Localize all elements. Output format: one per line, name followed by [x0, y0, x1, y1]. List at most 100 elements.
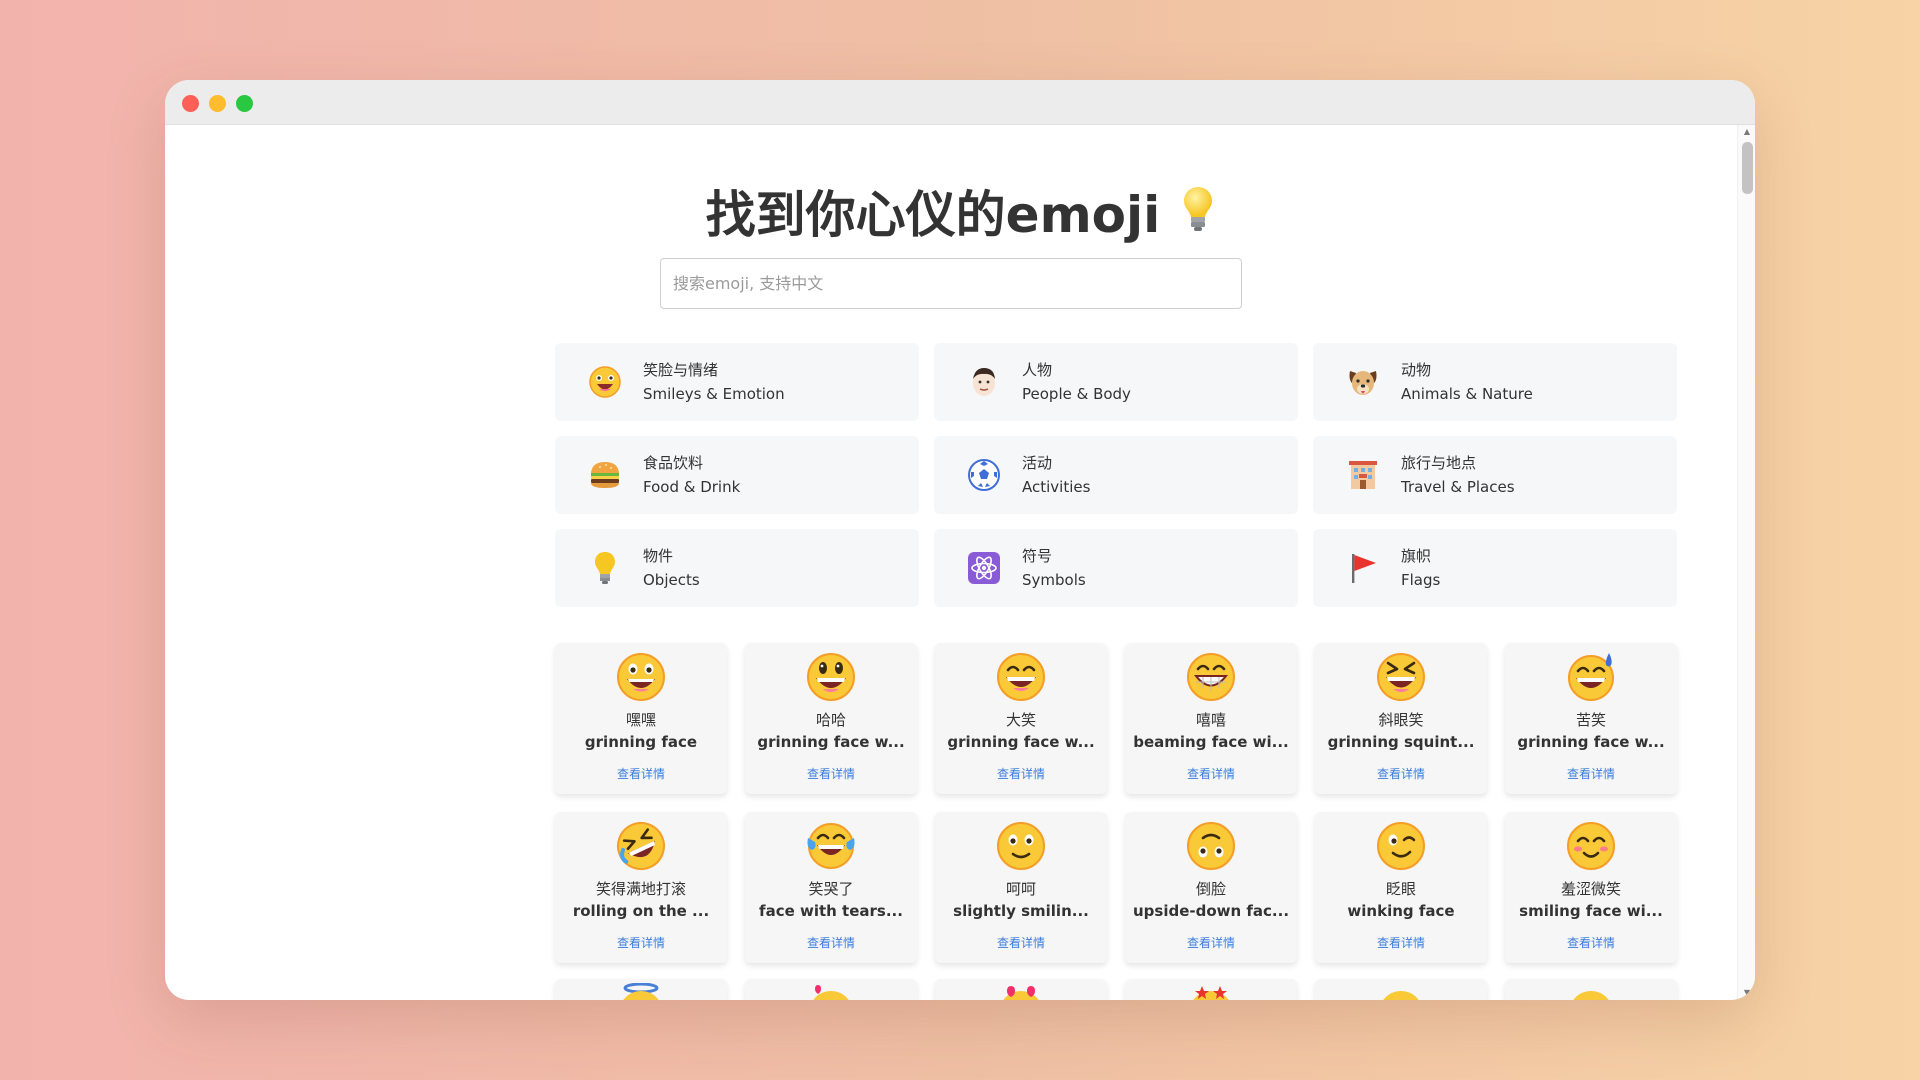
emoji-card[interactable] — [935, 979, 1107, 1000]
emoji-card[interactable] — [1315, 979, 1487, 1000]
window-titlebar — [165, 80, 1755, 125]
emoji-grid: 嘿嘿 grinning face 查看详情 哈哈 grinning face w… — [555, 643, 1677, 963]
upside-down-face-icon — [1187, 822, 1235, 870]
close-window-button[interactable] — [182, 95, 199, 112]
atom-symbol-icon — [964, 548, 1004, 588]
hotel-icon — [1343, 455, 1383, 495]
scroll-up-arrow-icon[interactable]: ▲ — [1742, 127, 1752, 137]
category-label-cn: 物件 — [643, 547, 674, 565]
view-details-link[interactable]: 查看详情 — [617, 934, 665, 951]
grinning-face-big-eyes-icon — [807, 653, 855, 701]
emoji-name-cn: 笑哭了 — [808, 880, 854, 898]
light-bulb-icon — [585, 548, 625, 588]
category-label-cn: 活动 — [1022, 454, 1053, 472]
category-animals-nature[interactable]: 动物 Animals & Nature — [1313, 343, 1677, 421]
category-label-cn: 笑脸与情绪 — [643, 361, 719, 379]
view-details-link[interactable]: 查看详情 — [807, 934, 855, 951]
view-details-link[interactable]: 查看详情 — [807, 765, 855, 782]
emoji-card[interactable]: 大笑 grinning face w... 查看详情 — [935, 643, 1107, 794]
category-label-en: People & Body — [1022, 385, 1131, 403]
emoji-name-cn: 嘻嘻 — [1195, 711, 1226, 729]
emoji-card[interactable]: 羞涩微笑 smiling face wi... 查看详情 — [1505, 812, 1677, 963]
dog-icon — [1343, 362, 1383, 402]
view-details-link[interactable]: 查看详情 — [1377, 934, 1425, 951]
emoji-card[interactable]: 倒脸 upside-down fac... 查看详情 — [1125, 812, 1297, 963]
view-details-link[interactable]: 查看详情 — [1377, 765, 1425, 782]
category-flags[interactable]: 旗帜 Flags — [1313, 529, 1677, 607]
view-details-link[interactable]: 查看详情 — [1567, 765, 1615, 782]
emoji-card[interactable]: 苦笑 grinning face w... 查看详情 — [1505, 643, 1677, 794]
browser-window: 找到你心仪的emoji 笑脸与情绪 Smileys & Emotion — [165, 80, 1755, 1000]
emoji-name-cn: 苦笑 — [1575, 711, 1606, 729]
emoji-grid-next-row — [555, 979, 1677, 1000]
category-label-cn: 食品饮料 — [643, 454, 704, 472]
beaming-face-icon — [1187, 653, 1235, 701]
emoji-card[interactable]: 呵呵 slightly smilin... 查看详情 — [935, 812, 1107, 963]
category-label-en: Objects — [643, 571, 700, 589]
category-smileys-emotion[interactable]: 笑脸与情绪 Smileys & Emotion — [555, 343, 919, 421]
emoji-card[interactable]: 嘻嘻 beaming face wi... 查看详情 — [1125, 643, 1297, 794]
vertical-scrollbar[interactable]: ▲ ▼ — [1737, 125, 1755, 1000]
category-people-body[interactable]: 人物 People & Body — [934, 343, 1298, 421]
emoji-card[interactable] — [1505, 979, 1677, 1000]
category-label-en: Travel & Places — [1401, 478, 1515, 496]
emoji-card[interactable]: 斜眼笑 grinning squint... 查看详情 — [1315, 643, 1487, 794]
category-food-drink[interactable]: 食品饮料 Food & Drink — [555, 436, 919, 514]
emoji-name-cn: 笑得满地打滚 — [595, 880, 686, 898]
soccer-ball-icon — [964, 455, 1004, 495]
scrollbar-thumb[interactable] — [1742, 142, 1753, 194]
smiling-face-smiling-eyes-icon — [1567, 822, 1615, 870]
emoji-name-en: grinning face — [584, 733, 698, 751]
category-label-cn: 旅行与地点 — [1401, 454, 1477, 472]
heart-eyes-icon — [1003, 986, 1039, 1000]
view-details-link[interactable]: 查看详情 — [1187, 934, 1235, 951]
category-label-en: Flags — [1401, 571, 1441, 589]
emoji-card[interactable]: 嘿嘿 grinning face 查看详情 — [555, 643, 727, 794]
face-icon — [1573, 991, 1609, 1000]
category-label-en: Activities — [1022, 478, 1091, 496]
grinning-face-icon — [617, 653, 665, 701]
emoji-name-en: grinning squint... — [1327, 733, 1475, 751]
emoji-name-en: grinning face w... — [1517, 733, 1665, 751]
emoji-name-cn: 大笑 — [1005, 711, 1036, 729]
minimize-window-button[interactable] — [209, 95, 226, 112]
winking-face-icon — [1377, 822, 1425, 870]
smiling-face-with-halo-icon — [623, 983, 659, 1000]
view-details-link[interactable]: 查看详情 — [1567, 934, 1615, 951]
category-label-cn: 人物 — [1022, 361, 1053, 379]
emoji-card[interactable] — [555, 979, 727, 1000]
view-details-link[interactable]: 查看详情 — [997, 934, 1045, 951]
category-activities[interactable]: 活动 Activities — [934, 436, 1298, 514]
emoji-name-en: face with tears... — [759, 902, 903, 920]
emoji-card[interactable]: 眨眼 winking face 查看详情 — [1315, 812, 1487, 963]
emoji-card[interactable] — [745, 979, 917, 1000]
emoji-name-en: rolling on the ... — [572, 902, 710, 920]
face-with-tears-of-joy-icon — [807, 823, 855, 869]
category-label-en: Smileys & Emotion — [643, 385, 785, 403]
category-label-cn: 旗帜 — [1401, 547, 1432, 565]
emoji-name-en: upside-down fac... — [1132, 902, 1290, 920]
emoji-name-cn: 眨眼 — [1385, 880, 1416, 898]
category-label-en: Symbols — [1022, 571, 1086, 589]
category-travel-places[interactable]: 旅行与地点 Travel & Places — [1313, 436, 1677, 514]
view-details-link[interactable]: 查看详情 — [997, 765, 1045, 782]
view-details-link[interactable]: 查看详情 — [617, 765, 665, 782]
star-struck-icon — [1193, 986, 1229, 1000]
emoji-card[interactable] — [1125, 979, 1297, 1000]
category-symbols[interactable]: 符号 Symbols — [934, 529, 1298, 607]
page-title: 找到你心仪的emoji — [165, 175, 1755, 247]
smiling-face-with-hearts-icon — [813, 985, 849, 1000]
emoji-name-en: winking face — [1347, 902, 1455, 920]
scroll-down-arrow-icon[interactable]: ▼ — [1742, 988, 1752, 998]
view-details-link[interactable]: 查看详情 — [1187, 765, 1235, 782]
emoji-card[interactable]: 哈哈 grinning face w... 查看详情 — [745, 643, 917, 794]
slightly-smiling-face-icon — [997, 822, 1045, 870]
emoji-name-en: grinning face w... — [757, 733, 905, 751]
emoji-card[interactable]: 笑哭了 face with tears... 查看详情 — [745, 812, 917, 963]
emoji-card[interactable]: 笑得满地打滚 rolling on the ... 查看详情 — [555, 812, 727, 963]
category-objects[interactable]: 物件 Objects — [555, 529, 919, 607]
maximize-window-button[interactable] — [236, 95, 253, 112]
search-input[interactable] — [660, 258, 1242, 309]
burger-icon — [585, 455, 625, 495]
category-label-en: Animals & Nature — [1401, 385, 1533, 403]
